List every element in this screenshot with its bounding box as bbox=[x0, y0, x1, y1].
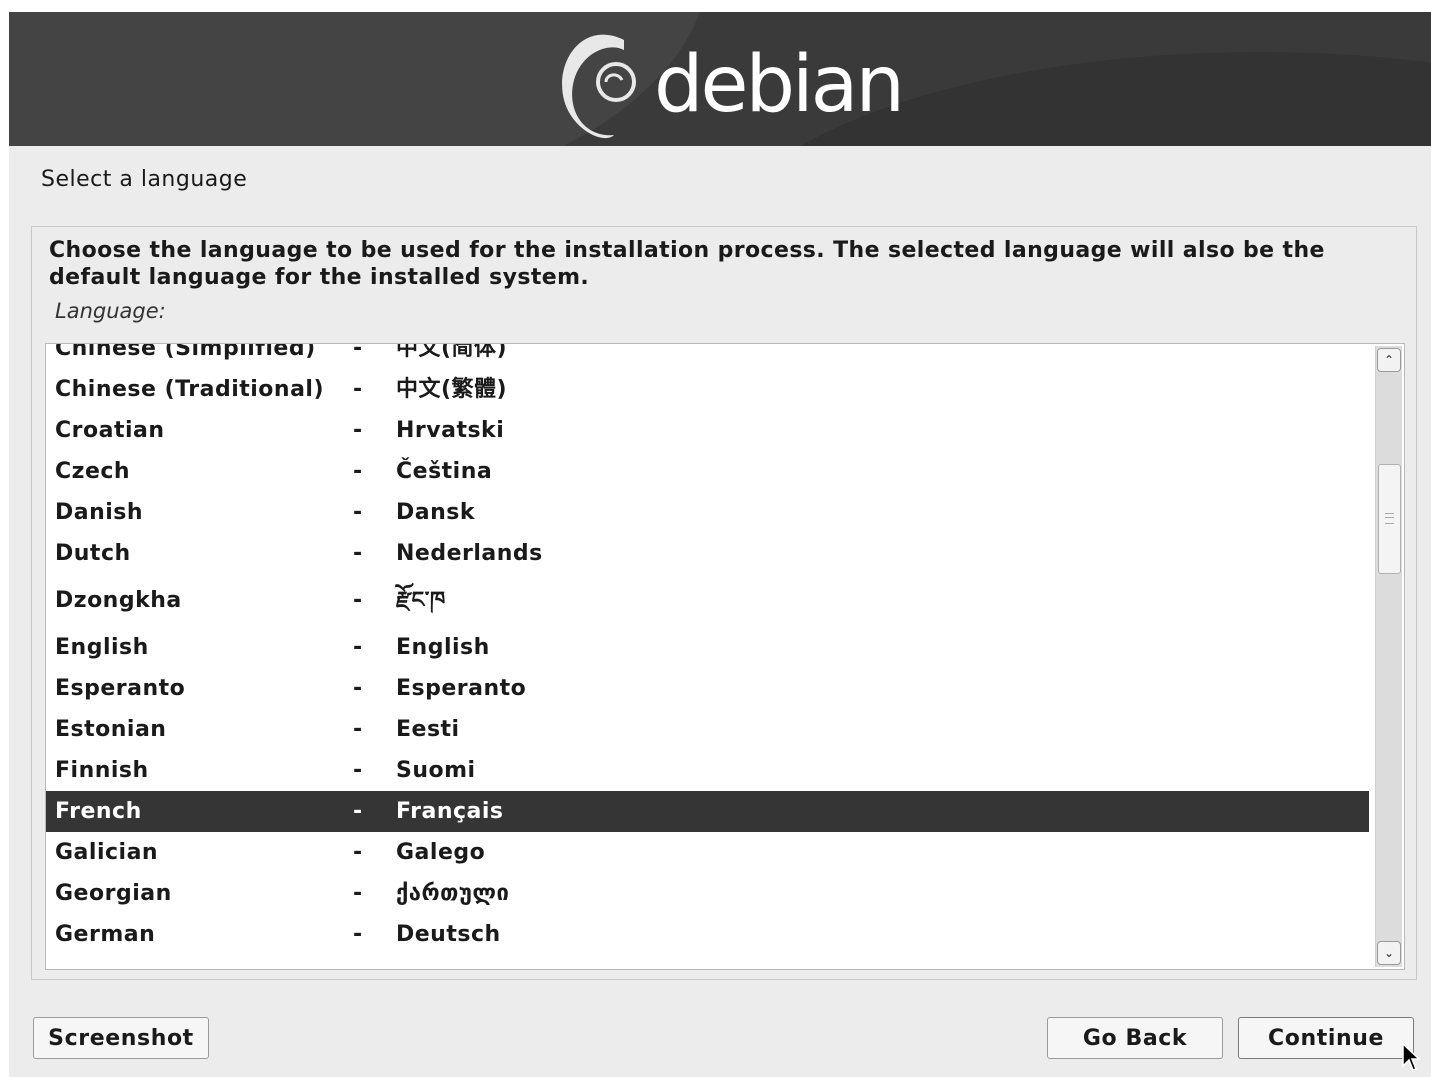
debian-logo: debian bbox=[554, 20, 905, 140]
language-native-name: Deutsch bbox=[396, 922, 501, 947]
language-native-name: Čeština bbox=[396, 459, 493, 484]
language-row[interactable]: Dzongkha - རྫོང་ཁ bbox=[46, 574, 1369, 627]
logo-text: debian bbox=[654, 40, 905, 130]
language-name: Danish bbox=[55, 500, 144, 525]
language-native-name: Français bbox=[396, 799, 504, 824]
language-row[interactable]: Esperanto - Esperanto bbox=[46, 668, 1369, 709]
language-row[interactable]: Galician - Galego bbox=[46, 832, 1369, 873]
separator-dash: - bbox=[353, 676, 363, 701]
language-name: Georgian bbox=[55, 881, 172, 906]
separator-dash: - bbox=[353, 922, 363, 947]
separator-dash: - bbox=[353, 799, 363, 824]
separator-dash: - bbox=[353, 541, 363, 566]
language-row[interactable]: German - Deutsch bbox=[46, 914, 1369, 955]
language-name: Dutch bbox=[55, 541, 131, 566]
scrollbar[interactable]: ⌃ ⌄ bbox=[1375, 346, 1402, 967]
separator-dash: - bbox=[353, 588, 363, 613]
language-name: Galician bbox=[55, 840, 159, 865]
separator-dash: - bbox=[353, 418, 363, 443]
language-native-name: Suomi bbox=[396, 758, 476, 783]
language-native-name: Nederlands bbox=[396, 541, 543, 566]
go-back-button[interactable]: Go Back bbox=[1047, 1017, 1223, 1059]
separator-dash: - bbox=[353, 459, 363, 484]
separator-dash: - bbox=[353, 717, 363, 742]
language-row[interactable]: Dutch - Nederlands bbox=[46, 533, 1369, 574]
debian-swirl-icon bbox=[562, 34, 636, 139]
language-rows: Chinese (Simplified) - 中文(简体) Chinese (Trad… bbox=[46, 343, 1372, 955]
continue-button[interactable]: Continue bbox=[1238, 1017, 1414, 1059]
language-native-name: 中文(繁體) bbox=[396, 377, 508, 402]
language-native-name: Eesti bbox=[396, 717, 460, 742]
language-name: Esperanto bbox=[55, 676, 186, 701]
page-title: Select a language bbox=[41, 167, 248, 192]
language-list[interactable]: Chinese (Simplified) - 中文(简体) Chinese (Trad… bbox=[45, 343, 1405, 970]
language-row[interactable]: Georgian - ქართული bbox=[46, 873, 1369, 914]
language-name: French bbox=[55, 799, 142, 824]
separator-dash: - bbox=[353, 377, 363, 402]
language-name: Finnish bbox=[55, 758, 149, 783]
language-name: English bbox=[55, 635, 149, 660]
language-row[interactable]: Finnish - Suomi bbox=[46, 750, 1369, 791]
language-native-name: 中文(简体) bbox=[396, 343, 508, 361]
language-native-name: ქართული bbox=[396, 881, 510, 906]
mouse-cursor-icon bbox=[1402, 1042, 1421, 1071]
language-row[interactable]: Chinese (Simplified) - 中文(简体) bbox=[46, 343, 1369, 369]
language-name: Dzongkha bbox=[55, 588, 182, 613]
separator-dash: - bbox=[353, 343, 363, 361]
separator-dash: - bbox=[353, 840, 363, 865]
language-native-name: Esperanto bbox=[396, 676, 527, 701]
language-row[interactable]: Croatian - Hrvatski bbox=[46, 410, 1369, 451]
language-row[interactable]: Estonian - Eesti bbox=[46, 709, 1369, 750]
screenshot-button[interactable]: Screenshot bbox=[33, 1017, 209, 1059]
language-native-name: རྫོང་ཁ bbox=[396, 588, 446, 613]
scrollbar-thumb[interactable] bbox=[1378, 464, 1401, 574]
language-native-name: English bbox=[396, 635, 490, 660]
language-row[interactable]: Chinese (Traditional) - 中文(繁體) bbox=[46, 369, 1369, 410]
separator-dash: - bbox=[353, 635, 363, 660]
chevron-down-icon: ⌄ bbox=[1383, 946, 1395, 960]
separator-dash: - bbox=[353, 758, 363, 783]
language-native-name: Dansk bbox=[396, 500, 475, 525]
language-native-name: Galego bbox=[396, 840, 486, 865]
instructions-text: Choose the language to be used for the i… bbox=[49, 238, 1325, 290]
scroll-down-button[interactable]: ⌄ bbox=[1377, 941, 1401, 965]
language-row[interactable]: Danish - Dansk bbox=[46, 492, 1369, 533]
language-name: Chinese (Traditional) bbox=[55, 377, 325, 402]
language-name: German bbox=[55, 922, 156, 947]
language-native-name: Hrvatski bbox=[396, 418, 505, 443]
grip-icon bbox=[1385, 513, 1394, 524]
installer-window: debian Select a language Choose the lang… bbox=[9, 12, 1431, 1077]
separator-dash: - bbox=[353, 500, 363, 525]
language-field-label: Language: bbox=[55, 299, 166, 323]
language-name: Czech bbox=[55, 459, 131, 484]
language-name: Chinese (Simplified) bbox=[55, 343, 316, 361]
language-name: Croatian bbox=[55, 418, 165, 443]
separator-dash: - bbox=[353, 881, 363, 906]
scroll-up-button[interactable]: ⌃ bbox=[1377, 348, 1401, 372]
header-banner: debian bbox=[9, 12, 1431, 146]
language-row[interactable]: English - English bbox=[46, 627, 1369, 668]
language-row[interactable]: Czech - Čeština bbox=[46, 451, 1369, 492]
chevron-up-icon: ⌃ bbox=[1383, 353, 1395, 367]
content-panel: Choose the language to be used for the i… bbox=[31, 226, 1417, 980]
language-row[interactable]: French - Français bbox=[46, 791, 1369, 832]
language-name: Estonian bbox=[55, 717, 167, 742]
